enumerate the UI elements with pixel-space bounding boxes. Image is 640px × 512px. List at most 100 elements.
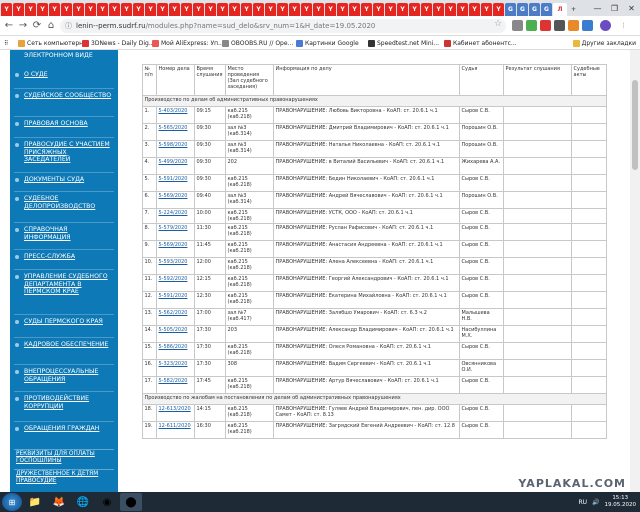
- browser-tab[interactable]: Y: [97, 3, 108, 16]
- browser-tab[interactable]: Y: [385, 3, 396, 16]
- case-link[interactable]: 5-591/2020: [159, 293, 188, 299]
- browser-tab-active[interactable]: Л: [553, 3, 567, 16]
- browser-tab[interactable]: Y: [361, 3, 372, 16]
- case-link[interactable]: 5-582/2020: [159, 378, 188, 384]
- browser-tab[interactable]: Y: [409, 3, 420, 16]
- clock[interactable]: 15:13 19.05.2020: [605, 495, 637, 509]
- browser-tab[interactable]: Y: [181, 3, 192, 16]
- browser-tab[interactable]: G: [541, 3, 552, 16]
- taskbar-app-icon[interactable]: ⬤: [120, 493, 142, 511]
- browser-tab[interactable]: Y: [325, 3, 336, 16]
- address-bar[interactable]: ⓘ lenin--perm.sudrf.ru/modules.php?name=…: [60, 19, 506, 33]
- sidebar-item[interactable]: СУДЕБНОЕ ДЕЛОПРОИЗВОДСТВО: [10, 195, 118, 210]
- case-link[interactable]: 5-593/2020: [159, 259, 188, 265]
- extension-icon[interactable]: [554, 20, 565, 31]
- page-scrollbar[interactable]: [630, 50, 640, 492]
- case-link[interactable]: 5-586/2020: [159, 344, 188, 350]
- sidebar-item[interactable]: УПРАВЛЕНИЕ СУДЕБНОГО ДЕПАРТАМЕНТА В ПЕРМ…: [10, 273, 118, 296]
- browser-tab[interactable]: Y: [1, 3, 12, 16]
- new-tab-button[interactable]: +: [568, 3, 579, 16]
- case-link[interactable]: 5-505/2020: [159, 327, 188, 333]
- bookmark-item[interactable]: Картинки Google: [296, 38, 359, 48]
- browser-tab[interactable]: Y: [481, 3, 492, 16]
- bookmark-item[interactable]: Кабинет абонентс...: [444, 38, 517, 48]
- bookmark-item[interactable]: Мой AliExpress: Уп...: [152, 38, 224, 48]
- browser-tab[interactable]: Y: [37, 3, 48, 16]
- browser-tab[interactable]: G: [517, 3, 528, 16]
- sidebar-item[interactable]: ВНЕПРОЦЕССУАЛЬНЫЕ ОБРАЩЕНИЯ: [10, 368, 118, 383]
- other-bookmarks[interactable]: Другие закладки: [572, 38, 636, 48]
- browser-tab[interactable]: Y: [493, 3, 504, 16]
- browser-tab[interactable]: Y: [13, 3, 24, 16]
- case-link[interactable]: 5-569/2020: [159, 242, 188, 248]
- sidebar-link[interactable]: ДРУЖЕСТВЕННОЕ К ДЕТЯМ ПРАВОСУДИЕ: [14, 469, 114, 486]
- sidebar-item[interactable]: ПРАВОСУДИЕ С УЧАСТИЕМ ПРИСЯЖНЫХ ЗАСЕДАТЕ…: [10, 141, 118, 164]
- case-link[interactable]: 5-591/2020: [159, 176, 188, 182]
- browser-tab[interactable]: Y: [349, 3, 360, 16]
- browser-tab[interactable]: Y: [421, 3, 432, 16]
- browser-tab[interactable]: Y: [109, 3, 120, 16]
- minimize-button[interactable]: —: [589, 0, 606, 16]
- sidebar-item[interactable]: СПРАВОЧНАЯ ИНФОРМАЦИЯ: [10, 226, 118, 241]
- bookmark-star-icon[interactable]: ☆: [494, 19, 502, 29]
- browser-tab[interactable]: Y: [457, 3, 468, 16]
- menu-icon[interactable]: ⋮: [618, 20, 629, 31]
- browser-tab[interactable]: Y: [85, 3, 96, 16]
- bookmark-item[interactable]: 3DNews - Daily Dig...: [82, 38, 155, 48]
- case-link[interactable]: 5-565/2020: [159, 125, 188, 131]
- volume-icon[interactable]: 🔊: [592, 499, 599, 506]
- avatar[interactable]: [600, 20, 611, 31]
- close-window-button[interactable]: ✕: [623, 0, 640, 16]
- back-button[interactable]: ←: [3, 19, 15, 33]
- browser-tab[interactable]: Y: [289, 3, 300, 16]
- extension-icon[interactable]: [512, 20, 523, 31]
- browser-tab[interactable]: Y: [229, 3, 240, 16]
- case-link[interactable]: 5-403/2020: [159, 108, 188, 114]
- browser-tab[interactable]: Y: [49, 3, 60, 16]
- extension-icon[interactable]: [526, 20, 537, 31]
- browser-tab[interactable]: Y: [157, 3, 168, 16]
- browser-tab[interactable]: Y: [445, 3, 456, 16]
- browser-tab[interactable]: Y: [145, 3, 156, 16]
- browser-tab[interactable]: Y: [433, 3, 444, 16]
- case-link[interactable]: 5-224/2020: [159, 210, 188, 216]
- start-button[interactable]: ⊞: [2, 493, 22, 511]
- extension-icon[interactable]: [582, 20, 593, 31]
- browser-tab[interactable]: Y: [337, 3, 348, 16]
- browser-tab[interactable]: Y: [241, 3, 252, 16]
- browser-tab[interactable]: Y: [121, 3, 132, 16]
- browser-tab[interactable]: Y: [205, 3, 216, 16]
- browser-tab[interactable]: Y: [253, 3, 264, 16]
- scrollbar-thumb[interactable]: [632, 80, 638, 170]
- browser-tab[interactable]: Y: [169, 3, 180, 16]
- browser-tab[interactable]: Y: [277, 3, 288, 16]
- sidebar-item[interactable]: СУДЫ ПЕРМСКОГО КРАЯ: [10, 318, 118, 326]
- case-link[interactable]: 5-499/2020: [159, 159, 188, 165]
- taskbar-app-icon[interactable]: 🌐: [72, 493, 94, 511]
- apps-icon[interactable]: ⠿: [4, 38, 8, 48]
- extension-icon[interactable]: [568, 20, 579, 31]
- case-link[interactable]: 5-562/2020: [159, 310, 188, 316]
- browser-tab[interactable]: Y: [313, 3, 324, 16]
- case-link[interactable]: 5-592/2020: [159, 276, 188, 282]
- browser-tab[interactable]: Y: [73, 3, 84, 16]
- browser-tab[interactable]: Y: [469, 3, 480, 16]
- case-link[interactable]: 12-613/2020: [159, 406, 191, 412]
- extension-icon[interactable]: [540, 20, 551, 31]
- info-icon[interactable]: ⓘ: [65, 19, 72, 33]
- sidebar-item[interactable]: ОБРАЩЕНИЯ ГРАЖДАН: [10, 425, 118, 433]
- browser-tab[interactable]: Y: [133, 3, 144, 16]
- forward-button[interactable]: →: [17, 19, 29, 33]
- browser-tab[interactable]: G: [505, 3, 516, 16]
- browser-tab[interactable]: Y: [265, 3, 276, 16]
- browser-tab[interactable]: Y: [25, 3, 36, 16]
- case-link[interactable]: 12-611/2020: [159, 423, 191, 429]
- bookmark-item[interactable]: Speedtest.net Mini...: [368, 38, 439, 48]
- browser-tab[interactable]: Y: [217, 3, 228, 16]
- sidebar-item[interactable]: СУДЕЙСКОЕ СООБЩЕСТВО: [10, 92, 118, 100]
- bookmark-item[interactable]: OBOOBS.RU // Оре...: [222, 38, 293, 48]
- case-link[interactable]: 5-598/2020: [159, 142, 188, 148]
- sidebar-link[interactable]: РЕКВИЗИТЫ ДЛЯ ОПЛАТЫ ГОСПОШЛИНЫ: [14, 449, 114, 466]
- bookmark-item[interactable]: Сеть компьютерн...: [18, 38, 89, 48]
- taskbar-app-icon[interactable]: 📁: [24, 493, 46, 511]
